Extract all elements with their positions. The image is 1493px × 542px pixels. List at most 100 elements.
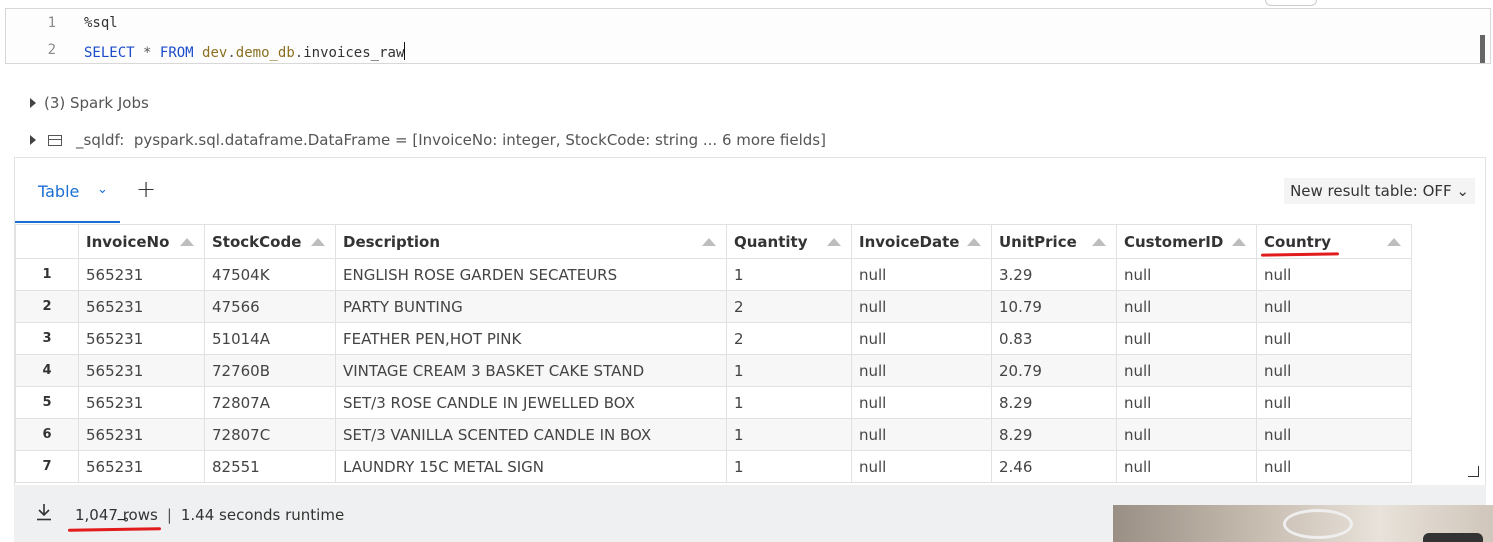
column-header[interactable]: CustomerID [1116, 224, 1257, 259]
table-cell[interactable]: 72807C [204, 418, 336, 451]
tab-table[interactable]: Table [38, 182, 79, 201]
sort-icon[interactable] [702, 238, 716, 246]
table-cell[interactable]: 1 [726, 354, 852, 387]
column-header[interactable]: StockCode [204, 224, 336, 259]
table-cell[interactable]: SET/3 ROSE CANDLE IN JEWELLED BOX [335, 386, 727, 419]
table-cell[interactable]: 10.79 [991, 290, 1117, 323]
column-header-label: Description [343, 232, 441, 251]
table-cell[interactable]: 1 [726, 450, 852, 483]
table-cell[interactable]: 565231 [78, 290, 205, 323]
table-cell[interactable]: null [1116, 354, 1257, 387]
column-header[interactable]: Description [335, 224, 727, 259]
dataframe-schema-toggle[interactable]: _sqldf: pyspark.sql.dataframe.DataFrame … [30, 131, 826, 149]
table-cell[interactable]: null [851, 418, 992, 451]
sort-icon[interactable] [827, 238, 841, 246]
table-cell[interactable]: null [851, 450, 992, 483]
table-cell[interactable]: 8.29 [991, 386, 1117, 419]
table-cell[interactable]: 82551 [204, 450, 336, 483]
table-cell[interactable]: 2 [726, 290, 852, 323]
table-cell[interactable]: 565231 [78, 322, 205, 355]
table-cell[interactable]: VINTAGE CREAM 3 BASKET CAKE STAND [335, 354, 727, 387]
results-table: InvoiceNo StockCode Description Quantity… [15, 224, 1412, 483]
table-cell[interactable]: SET/3 VANILLA SCENTED CANDLE IN BOX [335, 418, 727, 451]
table-cell[interactable]: null [1116, 322, 1257, 355]
new-result-table-toggle[interactable]: New result table: OFF ⌄ [1284, 178, 1475, 204]
table-cell[interactable]: ENGLISH ROSE GARDEN SECATEURS [335, 258, 727, 291]
table-cell[interactable]: null [1116, 290, 1257, 323]
table-row[interactable]: 1 565231 47504K ENGLISH ROSE GARDEN SECATEU… [15, 258, 1412, 291]
table-cell[interactable]: 51014A [204, 322, 336, 355]
mouse-cursor-icon: ⊸ [117, 512, 129, 528]
table-cell[interactable]: null [1116, 258, 1257, 291]
table-cell[interactable]: FEATHER PEN,HOT PINK [335, 322, 727, 355]
table-cell[interactable]: 3.29 [991, 258, 1117, 291]
table-cell[interactable]: null [1256, 258, 1412, 291]
column-header[interactable]: InvoiceNo [78, 224, 205, 259]
table-cell[interactable]: 1 [726, 386, 852, 419]
table-cell[interactable]: null [851, 258, 992, 291]
table-cell[interactable]: 72760B [204, 354, 336, 387]
sort-icon[interactable] [967, 238, 981, 246]
table-cell[interactable]: 1 [726, 258, 852, 291]
table-cell[interactable]: null [1256, 386, 1412, 419]
table-cell[interactable]: 2.46 [991, 450, 1117, 483]
table-row[interactable]: 2 565231 47566 PARTY BUNTING 2 null 10.79 null n… [15, 290, 1412, 323]
table-cell[interactable]: 565231 [78, 258, 205, 291]
table-row[interactable]: 3 565231 51014A FEATHER PEN,HOT PINK 2 null 0.… [15, 322, 1412, 355]
table-cell[interactable]: PARTY BUNTING [335, 290, 727, 323]
table-cell[interactable]: 565231 [78, 354, 205, 387]
row-number: 3 [15, 322, 79, 355]
table-cell[interactable]: null [1256, 450, 1412, 483]
table-cell[interactable]: 47504K [204, 258, 336, 291]
active-tab-indicator [15, 221, 120, 223]
table-cell[interactable]: null [1116, 386, 1257, 419]
table-cell[interactable]: 2 [726, 322, 852, 355]
sort-icon[interactable] [1092, 238, 1106, 246]
table-cell[interactable]: 0.83 [991, 322, 1117, 355]
editor-scrollbar[interactable] [1480, 35, 1485, 63]
table-cell[interactable]: 565231 [78, 386, 205, 419]
table-cell[interactable]: 20.79 [991, 354, 1117, 387]
table-cell[interactable]: null [1256, 354, 1412, 387]
chevron-down-icon[interactable]: ⌄ [97, 182, 108, 197]
table-cell[interactable]: LAUNDRY 15C METAL SIGN [335, 450, 727, 483]
table-cell[interactable]: null [851, 354, 992, 387]
sort-icon[interactable] [1232, 238, 1246, 246]
sql-editor[interactable]: 1 %sql 2 SELECT * FROM dev.demo_db.invoi… [5, 8, 1491, 64]
table-cell[interactable]: 8.29 [991, 418, 1117, 451]
separator: | [166, 506, 172, 524]
table-cell[interactable]: 1 [726, 418, 852, 451]
table-cell[interactable]: null [851, 386, 992, 419]
sort-icon[interactable] [180, 238, 194, 246]
row-number: 5 [15, 386, 79, 419]
table-row[interactable]: 6 565231 72807C SET/3 VANILLA SCENTED CANDL… [15, 418, 1412, 451]
table-cell[interactable]: null [851, 290, 992, 323]
table-cell[interactable]: null [1116, 418, 1257, 451]
chevron-down-icon: ⌄ [1456, 182, 1469, 200]
table-cell[interactable]: null [1116, 450, 1257, 483]
table-row[interactable]: 4 565231 72760B VINTAGE CREAM 3 BASKET CAKE… [15, 354, 1412, 387]
column-header[interactable]: InvoiceDate [851, 224, 992, 259]
result-summary: 1,047 rows | 1.44 seconds runtime [75, 506, 344, 524]
table-cell[interactable]: null [851, 322, 992, 355]
table-cell[interactable]: 47566 [204, 290, 336, 323]
table-cell[interactable]: 565231 [78, 450, 205, 483]
column-header[interactable]: UnitPrice [991, 224, 1117, 259]
table-cell[interactable]: 565231 [78, 418, 205, 451]
table-cell[interactable]: 72807A [204, 386, 336, 419]
add-tab-button[interactable]: + [136, 175, 156, 203]
table-cell[interactable]: null [1256, 418, 1412, 451]
new-result-label: New result table: OFF [1290, 182, 1452, 200]
spark-jobs-toggle[interactable]: (3) Spark Jobs [30, 94, 149, 112]
download-icon[interactable] [36, 503, 52, 521]
row-number: 2 [15, 290, 79, 323]
table-cell[interactable]: null [1256, 290, 1412, 323]
column-header[interactable]: Quantity [726, 224, 852, 259]
table-cell[interactable]: null [1256, 322, 1412, 355]
resize-handle[interactable] [1468, 466, 1479, 477]
sort-icon[interactable] [1387, 238, 1401, 246]
table-row[interactable]: 7 565231 82551 LAUNDRY 15C METAL SIGN 1 null 2… [15, 450, 1412, 483]
sort-icon[interactable] [311, 238, 325, 246]
column-header-label: InvoiceDate [859, 232, 960, 251]
table-row[interactable]: 5 565231 72807A SET/3 ROSE CANDLE IN JEWELL… [15, 386, 1412, 419]
